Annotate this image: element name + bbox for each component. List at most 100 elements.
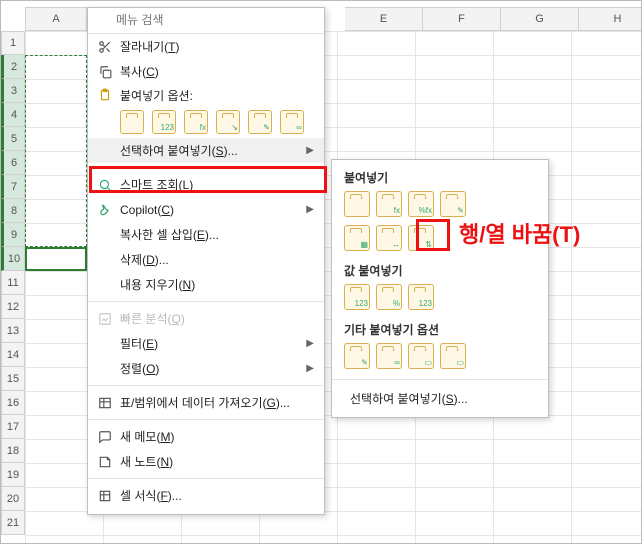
menu-new-comment-label: 새 메모(M)	[120, 428, 306, 445]
row-header-17[interactable]: 17	[1, 415, 25, 439]
menu-separator	[332, 379, 548, 380]
menu-cut[interactable]: 잘라내기(T)	[88, 34, 324, 59]
row-header-7[interactable]: 7	[1, 175, 25, 199]
paste-no-border-icon[interactable]: ▦	[344, 225, 370, 251]
menu-paste-special[interactable]: 선택하여 붙여넣기(S)... ▶	[88, 138, 324, 163]
paste-col-width-icon[interactable]: ↔	[376, 225, 402, 251]
menu-separator	[88, 478, 324, 479]
paste-link-icon[interactable]: ∞	[280, 110, 304, 134]
menu-search-row	[88, 8, 324, 34]
row-header-9[interactable]: 9	[1, 223, 25, 247]
submenu-values-header: 값 붙여넣기	[332, 257, 548, 282]
menu-format-cells[interactable]: 셀 서식(F)...	[88, 483, 324, 508]
context-menu: 잘라내기(T) 복사(C) 붙여넣기 옵션: 123 fx ↘ ✎ ∞ 선택하여…	[87, 7, 325, 515]
chevron-right-icon: ▶	[306, 204, 314, 215]
menu-copy[interactable]: 복사(C)	[88, 59, 324, 84]
quick-analysis-icon	[96, 312, 114, 326]
menu-filter[interactable]: 필터(E) ▶	[88, 331, 324, 356]
paste-picture-link-icon[interactable]: ▭	[440, 343, 466, 369]
row-headers: 1 2 3 4 5 6 7 8 9 10 11 12 13 14 15 16 1…	[1, 31, 25, 535]
paste-fx-number-icon[interactable]: %fx	[408, 191, 434, 217]
menu-insert-copied-label: 복사한 셀 삽입(E)...	[120, 226, 306, 243]
menu-paste-options-header: 붙여넣기 옵션:	[88, 84, 324, 106]
search-icon	[96, 178, 114, 192]
col-header-f[interactable]: F	[423, 7, 501, 31]
annotation-transpose-label: 행/열 바꿈(T)	[459, 217, 580, 249]
comment-icon	[96, 430, 114, 444]
paste-formulas-icon[interactable]: fx	[184, 110, 208, 134]
note-icon	[96, 455, 114, 469]
menu-get-data[interactable]: 표/범위에서 데이터 가져오기(G)...	[88, 390, 324, 415]
menu-new-note-label: 새 노트(N)	[120, 453, 306, 470]
row-header-5[interactable]: 5	[1, 127, 25, 151]
col-header-e[interactable]: E	[345, 7, 423, 31]
row-header-6[interactable]: 6	[1, 151, 25, 175]
row-header-20[interactable]: 20	[1, 487, 25, 511]
row-header-18[interactable]: 18	[1, 439, 25, 463]
submenu-other-row: ✎ ∞ ▭ ▭	[332, 341, 548, 375]
row-header-2[interactable]: 2	[1, 55, 25, 79]
col-header-a[interactable]: A	[25, 7, 87, 31]
chevron-right-icon: ▶	[306, 145, 314, 156]
row-header-1[interactable]: 1	[1, 31, 25, 55]
row-header-15[interactable]: 15	[1, 367, 25, 391]
col-header-h[interactable]: H	[579, 7, 642, 31]
menu-insert-copied[interactable]: 복사한 셀 삽입(E)...	[88, 222, 324, 247]
paste-values-icon[interactable]: 123	[152, 110, 176, 134]
row-header-10[interactable]: 10	[1, 247, 25, 271]
menu-quick-analysis: 빠른 분석(Q)	[88, 306, 324, 331]
menu-sort[interactable]: 정렬(O) ▶	[88, 356, 324, 381]
row-header-12[interactable]: 12	[1, 295, 25, 319]
menu-filter-label: 필터(E)	[120, 335, 306, 352]
menu-quick-analysis-label: 빠른 분석(Q)	[120, 310, 306, 327]
paste-link-icon[interactable]: ∞	[376, 343, 402, 369]
paste-picture-icon[interactable]: ▭	[408, 343, 434, 369]
paste-src-format-icon[interactable]: ✎	[440, 191, 466, 217]
menu-delete[interactable]: 삭제(D)...	[88, 247, 324, 272]
row-header-4[interactable]: 4	[1, 103, 25, 127]
menu-clear-label: 내용 지우기(N)	[120, 276, 306, 293]
menu-format-label: 셀 서식(F)...	[120, 487, 306, 504]
menu-separator	[88, 419, 324, 420]
menu-copilot[interactable]: Copilot(C) ▶	[88, 197, 324, 222]
paste-ref-icon[interactable]: ↘	[216, 110, 240, 134]
menu-clear[interactable]: 내용 지우기(N)	[88, 272, 324, 297]
menu-paste-special-label: 선택하여 붙여넣기(S)...	[120, 142, 306, 159]
row-header-13[interactable]: 13	[1, 319, 25, 343]
paste-all-icon[interactable]	[344, 191, 370, 217]
clipboard-icon	[96, 88, 114, 102]
paste-formulas-icon[interactable]: fx	[376, 191, 402, 217]
row-header-21[interactable]: 21	[1, 511, 25, 535]
paste-special-submenu: 붙여넣기 fx %fx ✎ ▦ ↔ ⇅ 값 붙여넣기 123 % 123 기타 …	[331, 159, 549, 418]
row-header-14[interactable]: 14	[1, 343, 25, 367]
paste-format-icon[interactable]: ✎	[248, 110, 272, 134]
row-header-3[interactable]: 3	[1, 79, 25, 103]
paste-values-fmt-icon[interactable]: 123	[408, 284, 434, 310]
copilot-icon	[96, 203, 114, 217]
row-header-19[interactable]: 19	[1, 463, 25, 487]
menu-new-note[interactable]: 새 노트(N)	[88, 449, 324, 474]
menu-copilot-label: Copilot(C)	[120, 203, 306, 217]
col-header-g[interactable]: G	[501, 7, 579, 31]
row-header-16[interactable]: 16	[1, 391, 25, 415]
menu-search-input[interactable]	[116, 13, 316, 27]
menu-separator	[88, 301, 324, 302]
paste-transpose-icon[interactable]: ⇅	[408, 225, 434, 251]
row-header-11[interactable]: 11	[1, 271, 25, 295]
paste-options-row: 123 fx ↘ ✎ ∞	[88, 106, 324, 138]
submenu-paste-special-link[interactable]: 선택하여 붙여넣기(S)...	[332, 384, 548, 411]
scissors-icon	[96, 40, 114, 54]
row-header-8[interactable]: 8	[1, 199, 25, 223]
paste-formatting-icon[interactable]: ✎	[344, 343, 370, 369]
menu-new-comment[interactable]: 새 메모(M)	[88, 424, 324, 449]
paste-values-num-icon[interactable]: %	[376, 284, 402, 310]
chevron-right-icon: ▶	[306, 338, 314, 349]
copy-icon	[96, 65, 114, 79]
format-icon	[96, 489, 114, 503]
submenu-paste-header: 붙여넣기	[332, 164, 548, 189]
paste-values-123-icon[interactable]: 123	[344, 284, 370, 310]
active-cell-outline	[25, 247, 87, 271]
menu-sort-label: 정렬(O)	[120, 360, 306, 377]
paste-all-icon[interactable]	[120, 110, 144, 134]
menu-smart-lookup[interactable]: 스마트 조회(L)	[88, 172, 324, 197]
